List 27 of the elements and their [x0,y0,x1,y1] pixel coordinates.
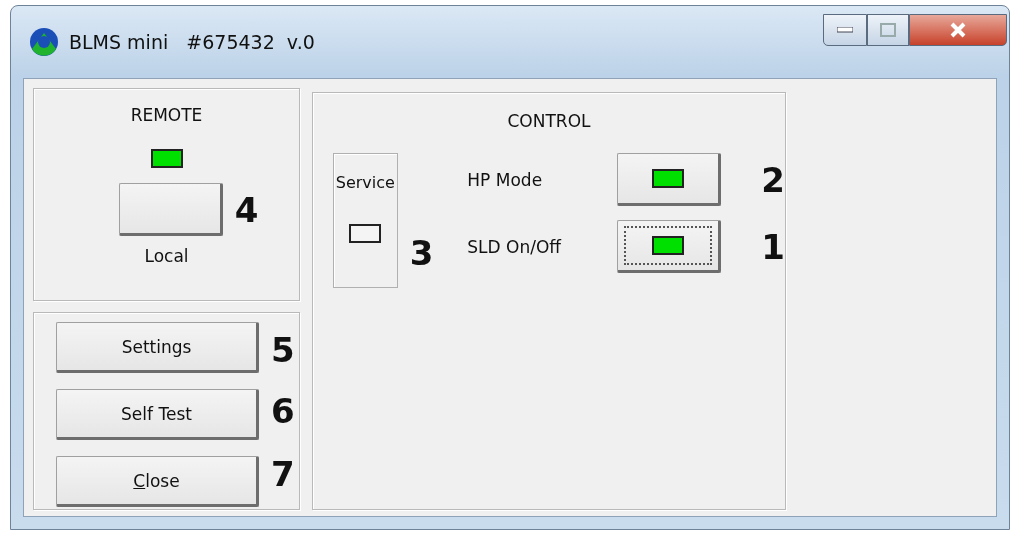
action-button[interactable]: Self Test [56,389,259,440]
close-icon [949,22,967,38]
close-button[interactable] [909,14,1007,46]
minimize-icon [837,27,853,33]
app-logo-icon [27,25,61,59]
mode-label: Local [144,246,189,266]
action-button[interactable]: Close [56,456,259,507]
mode-label: HP Mode [467,169,544,190]
annotation-number: 1 [761,229,785,264]
toggle-button[interactable] [617,220,722,273]
maximize-button[interactable] [867,14,909,46]
toggle-button[interactable] [617,153,722,206]
mode-label: SLD On/Off [467,236,563,257]
annotation-number: 3 [409,236,434,270]
annotation-number: 7 [271,456,295,491]
window-title: BLMS mini #675432 v.0 [69,31,315,53]
action-button[interactable]: Settings [56,322,259,373]
minimize-button[interactable] [823,14,867,46]
panel-title: Service [335,173,395,192]
annotation-number: 4 [234,192,259,227]
annotation-number: 2 [761,162,785,197]
annotation-number: 6 [271,393,295,428]
panel-title: CONTROL [507,111,591,131]
annotation-number: 5 [271,332,295,367]
panel-title: REMOTE [130,105,203,125]
maximize-icon [880,23,896,37]
remote-local-button[interactable] [118,183,223,236]
